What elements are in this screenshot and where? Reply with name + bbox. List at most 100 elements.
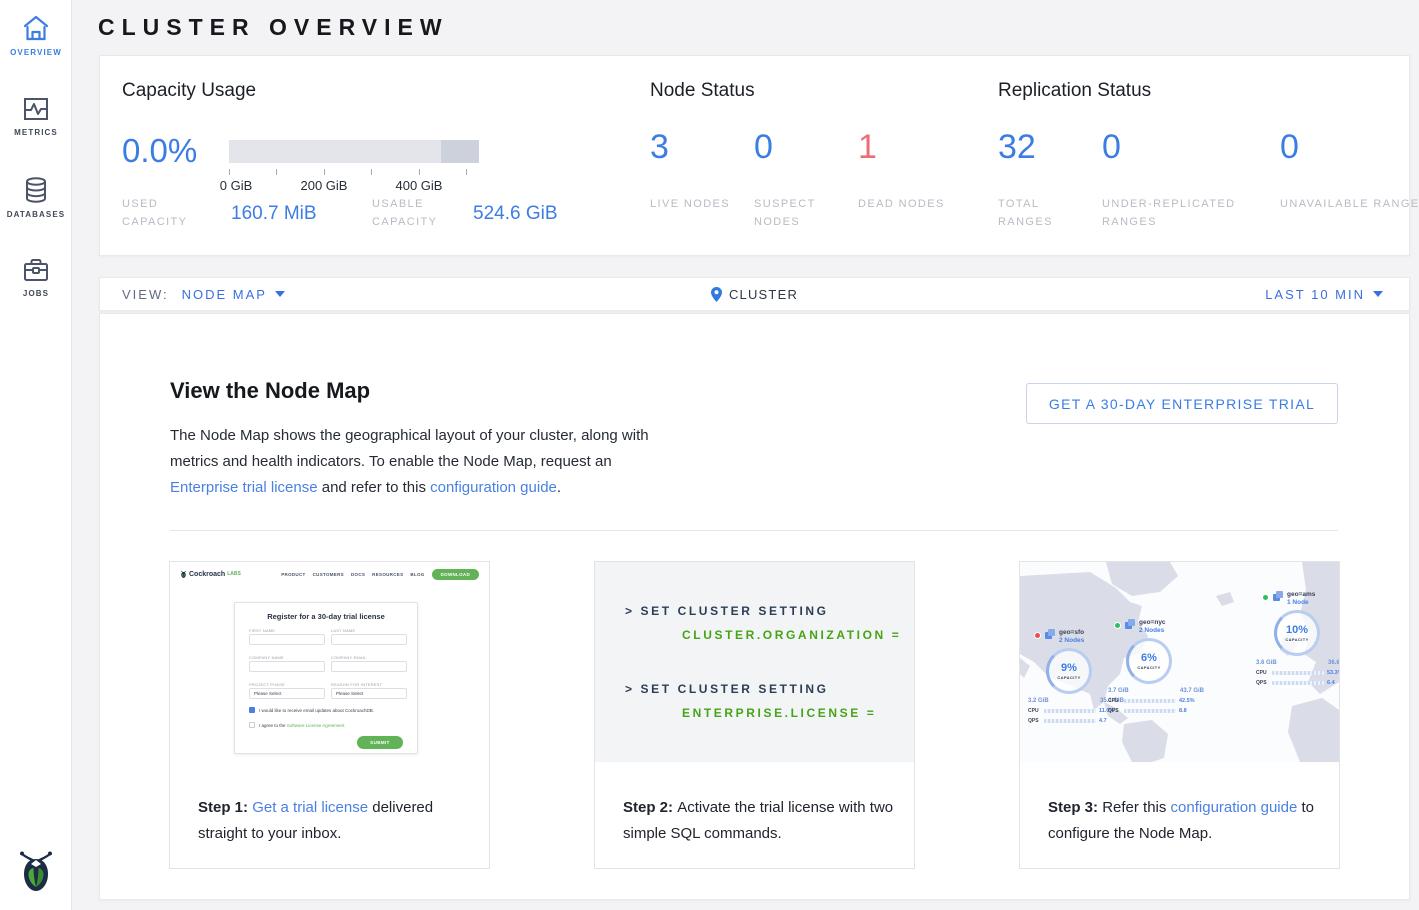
software-license-link: Software License Agreement. [287, 723, 346, 728]
node-status-title: Node Status [650, 80, 755, 102]
capacity-gauge-reserved-segment [441, 140, 479, 163]
nodes-cube-icon [1044, 628, 1056, 640]
company-name-field [249, 661, 325, 672]
enterprise-trial-button[interactable]: GET A 30-DAY ENTERPRISE TRIAL [1026, 383, 1338, 424]
page-title: CLUSTER OVERVIEW [98, 14, 449, 41]
status-dot-live [1114, 622, 1121, 629]
sidebar-item-overview[interactable]: OVERVIEW [0, 14, 72, 57]
step1-card: Cockroach LABS PRODUCT CUSTOMERS DOCS RE… [169, 561, 490, 869]
unavailable-ranges-value: 0 [1280, 128, 1299, 167]
databases-icon [23, 176, 49, 204]
capacity-gauge [229, 140, 479, 163]
sidebar: OVERVIEW METRICS DATABASES JOBS [0, 0, 72, 910]
step3-card: geo=sfo 2 Nodes 9% CAPACITY 3.2 GiB 35.1… [1019, 561, 1340, 869]
first-name-field [249, 634, 325, 645]
cluster-summary-panel: Capacity Usage 0.0% 0 GiB 200 GiB 400 Gi… [99, 55, 1410, 256]
project-phase-select: Please Select [249, 688, 325, 699]
home-icon [21, 14, 51, 42]
qps-bar [1124, 709, 1176, 713]
capacity-ring: 6% CAPACITY [1126, 638, 1172, 684]
enterprise-trial-license-link[interactable]: Enterprise trial license [170, 479, 318, 496]
configuration-guide-link[interactable]: configuration guide [430, 479, 557, 496]
usable-capacity-label: USABLE CAPACITY [372, 195, 464, 231]
node-map-heading: View the Node Map [170, 378, 370, 404]
capacity-ring: 10% CAPACITY [1274, 610, 1320, 656]
license-agreement-checkbox-row: I agree to the Software License Agreemen… [249, 722, 346, 728]
gauge-tick-label: 400 GiB [396, 178, 443, 193]
node-map-description-line1: The Node Map shows the geographical layo… [170, 427, 649, 444]
sidebar-item-label: OVERVIEW [0, 48, 72, 57]
suspect-nodes-label: SUSPECT NODES [754, 195, 846, 231]
usable-capacity-value: 524.6 GiB [473, 203, 558, 225]
view-bar: VIEW: NODE MAP CLUSTER LAST 10 MIN [99, 277, 1410, 311]
total-ranges-label: TOTAL RANGES [998, 195, 1090, 231]
locality-ams: geo=ams 1 Node 10% CAPACITY 3.6 GiB 36.6… [1256, 590, 1339, 700]
last-name-field [331, 634, 407, 645]
cluster-breadcrumb: CLUSTER [729, 287, 798, 302]
trial-license-form: Register for a 30-day trial license FIRS… [234, 602, 418, 754]
metrics-icon [22, 96, 50, 122]
sidebar-item-jobs[interactable]: JOBS [0, 256, 72, 298]
reason-select: Please Select [331, 688, 407, 699]
submit-button: SUBMIT [357, 736, 403, 749]
used-capacity-label: USED CAPACITY [122, 195, 214, 231]
time-range-selector[interactable]: LAST 10 MIN [1265, 287, 1365, 302]
roach-icon [180, 569, 187, 579]
gauge-tick-label: 200 GiB [301, 178, 348, 193]
step1-caption: Step 1: Get a trial license delivered st… [198, 795, 470, 847]
capacity-ring: 9% CAPACITY [1046, 648, 1092, 694]
capacity-percent: 0.0% [122, 132, 197, 170]
step2-caption: Step 2: Activate the trial license with … [623, 795, 895, 847]
form-title: Register for a 30-day trial license [235, 612, 417, 621]
qps-bar [1272, 681, 1324, 685]
nodes-cube-icon [1272, 590, 1284, 602]
get-trial-license-link[interactable]: Get a trial license [252, 799, 368, 816]
mini-site-nav: PRODUCT CUSTOMERS DOCS RESOURCES BLOG DO… [281, 569, 479, 580]
chevron-down-icon[interactable] [1373, 291, 1383, 297]
suspect-nodes-value: 0 [754, 128, 773, 167]
sql-code-block: > SET CLUSTER SETTING CLUSTER.ORGANIZATI… [595, 562, 914, 762]
download-button: DOWNLOAD [432, 569, 479, 580]
status-dot-dead [1034, 632, 1041, 639]
mini-site-header: Cockroach LABS PRODUCT CUSTOMERS DOCS RE… [170, 562, 489, 586]
live-nodes-label: LIVE NODES [650, 195, 742, 213]
sidebar-item-label: DATABASES [0, 210, 72, 219]
locality-nyc: geo=nyc 2 Nodes 6% CAPACITY 3.7 GiB 43.7… [1108, 618, 1204, 728]
replication-status-title: Replication Status [998, 80, 1151, 102]
cpu-bar [1124, 699, 1176, 703]
nodes-cube-icon [1124, 618, 1136, 630]
gauge-tick-label: 0 GiB [220, 178, 253, 193]
cockroach-labs-logo: Cockroach LABS [180, 569, 241, 579]
configuration-guide-link[interactable]: configuration guide [1171, 799, 1298, 816]
used-capacity-value: 160.7 MiB [231, 203, 317, 225]
step3-caption: Step 3: Refer this configuration guide t… [1048, 795, 1320, 847]
qps-bar [1044, 719, 1096, 723]
checkbox-icon [249, 722, 255, 728]
email-updates-checkbox-row: I would like to receive email updates ab… [249, 707, 374, 713]
node-map-panel: View the Node Map The Node Map shows the… [99, 313, 1410, 900]
jobs-icon [22, 256, 50, 283]
sidebar-item-databases[interactable]: DATABASES [0, 176, 72, 219]
divider [170, 530, 1338, 531]
capacity-usage-title: Capacity Usage [122, 80, 256, 102]
cockroach-logo-icon [17, 847, 55, 893]
sidebar-item-label: METRICS [0, 128, 72, 137]
status-dot-live [1262, 594, 1269, 601]
node-map-preview: geo=sfo 2 Nodes 9% CAPACITY 3.2 GiB 35.1… [1020, 562, 1339, 762]
sidebar-item-metrics[interactable]: METRICS [0, 96, 72, 137]
under-replicated-label: UNDER-REPLICATED RANGES [1102, 195, 1267, 231]
dead-nodes-value: 1 [858, 128, 877, 167]
map-pin-icon [711, 287, 722, 302]
live-nodes-value: 3 [650, 128, 669, 167]
checkbox-checked-icon [249, 707, 255, 713]
total-ranges-value: 32 [998, 128, 1036, 167]
cpu-bar [1044, 709, 1096, 713]
dead-nodes-label: DEAD NODES [858, 195, 950, 213]
node-map-description-line3: Enterprise trial license and refer to th… [170, 479, 561, 496]
step2-card: > SET CLUSTER SETTING CLUSTER.ORGANIZATI… [594, 561, 915, 869]
under-replicated-value: 0 [1102, 128, 1121, 167]
cpu-bar [1272, 671, 1324, 675]
company-email-field [331, 661, 407, 672]
sidebar-item-label: JOBS [0, 289, 72, 298]
trial-signup-screenshot: Cockroach LABS PRODUCT CUSTOMERS DOCS RE… [170, 562, 489, 767]
